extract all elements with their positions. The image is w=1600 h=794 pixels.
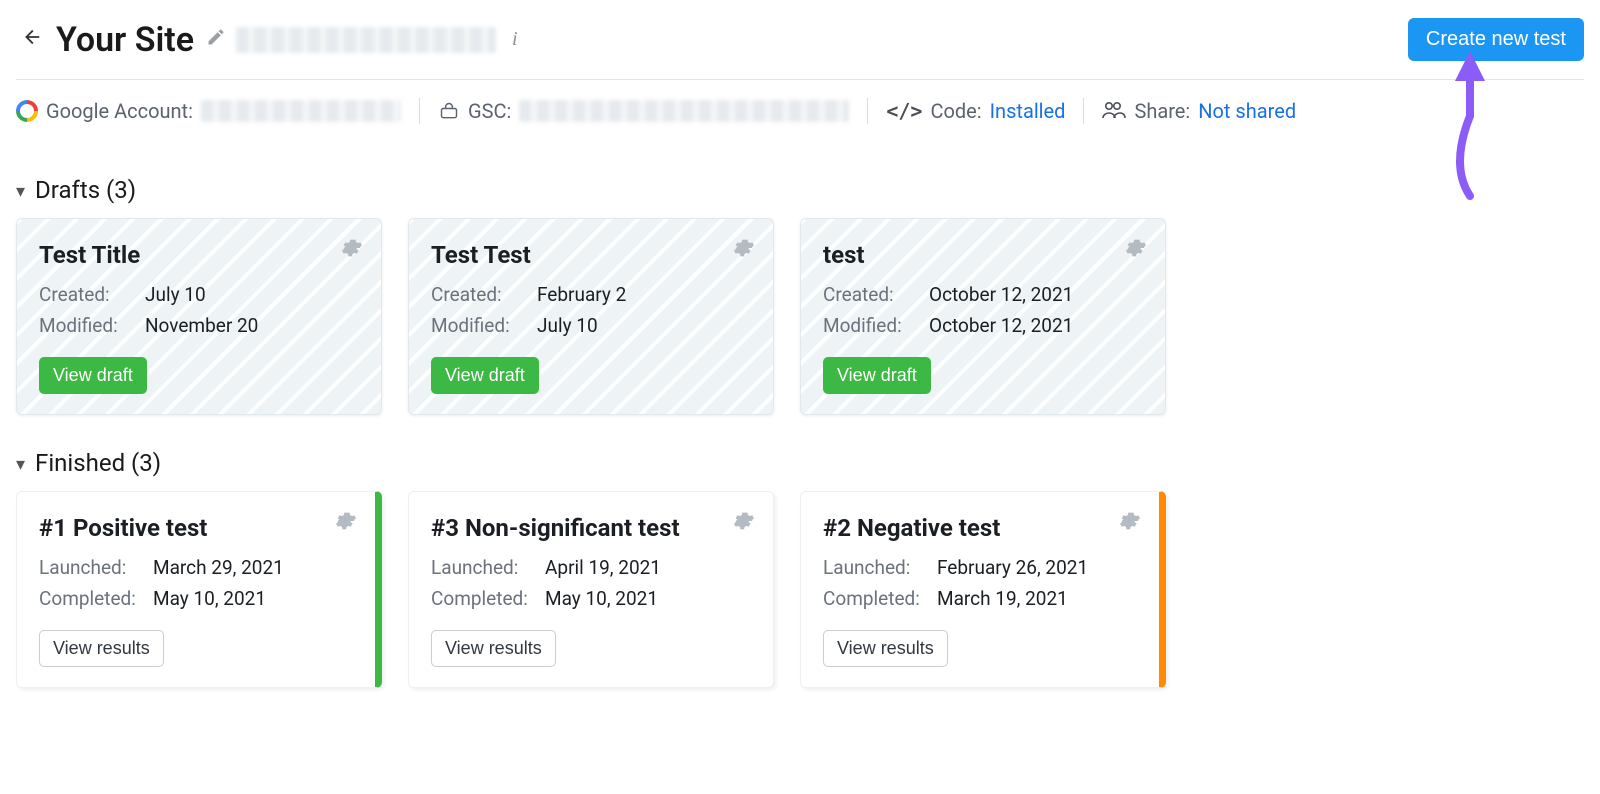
created-label: Created:	[39, 283, 131, 306]
redacted-site-url	[236, 27, 496, 53]
completed-label: Completed:	[823, 587, 923, 610]
create-new-test-button[interactable]: Create new test	[1408, 18, 1584, 61]
gsc-item: GSC:	[438, 99, 849, 123]
divider	[867, 98, 868, 124]
gear-icon[interactable]	[733, 510, 755, 536]
launched-value: March 29, 2021	[153, 556, 284, 579]
chevron-down-icon: ▾	[16, 181, 25, 202]
created-value: July 10	[145, 283, 206, 306]
card-title: Test Title	[39, 241, 359, 269]
finished-card: #2 Negative test Launched: February 26, 2…	[800, 491, 1166, 688]
draft-card: Test Test Created: February 2 Modified: Ju…	[408, 218, 774, 415]
completed-value: May 10, 2021	[153, 587, 266, 610]
drafts-toggle[interactable]: ▾ Drafts (3)	[16, 176, 1584, 204]
launched-value: April 19, 2021	[545, 556, 661, 579]
gsc-label: GSC:	[468, 99, 511, 123]
divider	[1083, 98, 1084, 124]
draft-card: Test Title Created: July 10 Modified: Nove…	[16, 218, 382, 415]
completed-label: Completed:	[39, 587, 139, 610]
page-header: Your Site i Create new test	[16, 18, 1584, 80]
code-item: </> Code: Installed	[886, 99, 1065, 123]
modified-value: October 12, 2021	[929, 314, 1073, 337]
modified-label: Modified:	[431, 314, 523, 337]
view-draft-button[interactable]: View draft	[39, 357, 147, 394]
code-value-link[interactable]: Installed	[990, 99, 1066, 123]
divider	[419, 98, 420, 124]
finished-section: ▾ Finished (3) #1 Positive test Launched…	[16, 449, 1584, 688]
card-title: #3 Non-significant test	[431, 514, 751, 542]
chevron-down-icon: ▾	[16, 454, 25, 475]
info-icon[interactable]: i	[512, 28, 518, 51]
gear-icon[interactable]	[335, 510, 357, 536]
header-left-group: Your Site i	[16, 20, 518, 60]
launched-label: Launched:	[431, 556, 531, 579]
completed-value: March 19, 2021	[937, 587, 1068, 610]
card-title: #1 Positive test	[39, 514, 353, 542]
completed-value: May 10, 2021	[545, 587, 658, 610]
google-account-item: Google Account:	[16, 99, 401, 123]
created-label: Created:	[431, 283, 523, 306]
finished-card: #1 Positive test Launched: March 29, 2021…	[16, 491, 382, 688]
share-label: Share:	[1134, 99, 1190, 123]
drafts-section: ▾ Drafts (3) Test Title Created: July 10 …	[16, 176, 1584, 415]
finished-cards: #1 Positive test Launched: March 29, 2021…	[16, 491, 1584, 688]
launched-label: Launched:	[39, 556, 139, 579]
view-results-button[interactable]: View results	[823, 630, 948, 667]
back-arrow-icon[interactable]	[16, 22, 46, 58]
draft-card: test Created: October 12, 2021 Modified: O…	[800, 218, 1166, 415]
gear-icon[interactable]	[733, 237, 755, 263]
launched-value: February 26, 2021	[937, 556, 1088, 579]
finished-card: #3 Non-significant test Launched: April 1…	[408, 491, 774, 688]
created-label: Created:	[823, 283, 915, 306]
launched-label: Launched:	[823, 556, 923, 579]
modified-label: Modified:	[823, 314, 915, 337]
modified-value: July 10	[537, 314, 598, 337]
finished-toggle[interactable]: ▾ Finished (3)	[16, 449, 1584, 477]
share-item: Share: Not shared	[1102, 99, 1296, 124]
view-results-button[interactable]: View results	[39, 630, 164, 667]
drafts-heading: Drafts (3)	[35, 176, 136, 204]
completed-label: Completed:	[431, 587, 531, 610]
share-icon	[1102, 99, 1126, 124]
created-value: February 2	[537, 283, 626, 306]
card-title: test	[823, 241, 1143, 269]
modified-label: Modified:	[39, 314, 131, 337]
gear-icon[interactable]	[1125, 237, 1147, 263]
gsc-icon	[438, 101, 460, 121]
modified-value: November 20	[145, 314, 258, 337]
page-title: Your Site	[56, 20, 194, 60]
share-value-link[interactable]: Not shared	[1198, 99, 1296, 123]
finished-heading: Finished (3)	[35, 449, 161, 477]
google-account-label: Google Account:	[46, 99, 193, 123]
redacted-gsc	[519, 100, 849, 122]
card-title: Test Test	[431, 241, 751, 269]
drafts-cards: Test Title Created: July 10 Modified: Nove…	[16, 218, 1584, 415]
info-bar: Google Account: GSC: </> Code: Installed…	[16, 80, 1584, 142]
gear-icon[interactable]	[341, 237, 363, 263]
created-value: October 12, 2021	[929, 283, 1073, 306]
gear-icon[interactable]	[1119, 510, 1141, 536]
google-icon	[16, 100, 38, 122]
view-draft-button[interactable]: View draft	[431, 357, 539, 394]
view-results-button[interactable]: View results	[431, 630, 556, 667]
view-draft-button[interactable]: View draft	[823, 357, 931, 394]
code-icon: </>	[886, 99, 922, 123]
card-title: #2 Negative test	[823, 514, 1137, 542]
edit-title-icon[interactable]	[206, 27, 226, 52]
code-label: Code:	[930, 99, 981, 123]
redacted-google-account	[201, 100, 401, 122]
